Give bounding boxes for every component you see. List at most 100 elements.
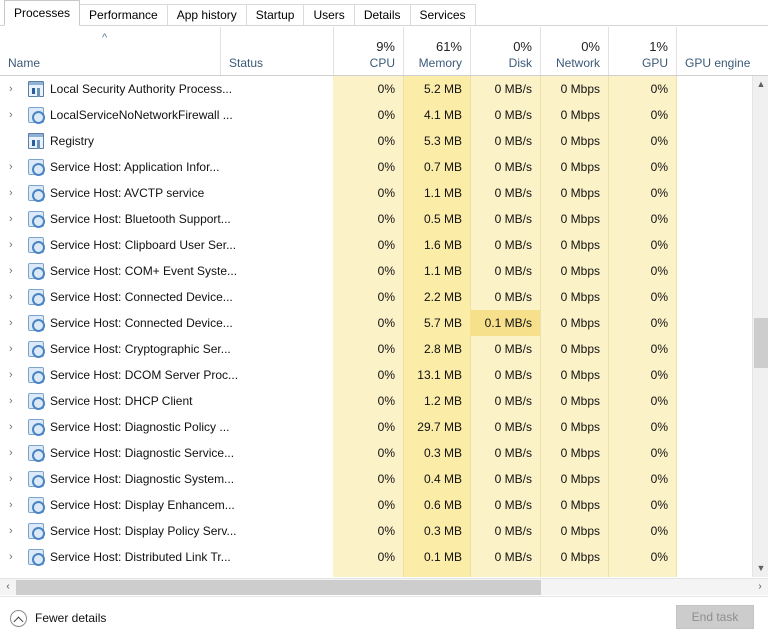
cell-network: 0 Mbps: [560, 82, 600, 96]
table-row[interactable]: › Service Host: Cryptographic Ser... 0% 2.8…: [0, 336, 752, 362]
cell-gpu: 0%: [650, 238, 668, 252]
chevron-right-icon[interactable]: ›: [9, 343, 19, 355]
chevron-right-icon[interactable]: ›: [9, 447, 19, 459]
gear-icon: [28, 341, 45, 358]
cell-gpu: 0%: [650, 472, 668, 486]
cell-network: 0 Mbps: [560, 368, 600, 382]
chevron-right-icon[interactable]: ›: [9, 161, 19, 173]
horizontal-scrollbar[interactable]: ‹ ›: [0, 578, 768, 595]
table-row[interactable]: Registry 0% 5.3 MB 0 MB/s 0 Mbps 0%: [0, 128, 752, 154]
table-row[interactable]: › Service Host: Connected Device... 0% 5.7 …: [0, 310, 752, 336]
cell-disk: 0 MB/s: [494, 524, 532, 538]
fewer-details-button[interactable]: Fewer details: [10, 606, 106, 630]
tab-performance[interactable]: Performance: [79, 4, 168, 26]
cell-network: 0 Mbps: [560, 498, 600, 512]
cell-network: 0 Mbps: [560, 290, 600, 304]
cell-memory: 0.6 MB: [423, 498, 462, 512]
column-header-gpu-percent: 1%: [649, 39, 668, 54]
column-header-status-label: Status: [229, 56, 264, 70]
scroll-right-arrow-icon[interactable]: ›: [752, 579, 768, 595]
end-task-button[interactable]: End task: [676, 605, 754, 629]
gear-icon: [28, 549, 45, 566]
chevron-right-icon[interactable]: ›: [9, 499, 19, 511]
tab-services[interactable]: Services: [409, 4, 476, 26]
tab-bar: Processes Performance App history Startup Us…: [0, 0, 768, 26]
chevron-right-icon[interactable]: ›: [9, 421, 19, 433]
scroll-up-arrow-icon[interactable]: ▲: [753, 76, 768, 93]
table-row[interactable]: › Service Host: Bluetooth Support... 0% 0.5…: [0, 206, 752, 232]
chevron-right-icon[interactable]: ›: [9, 395, 19, 407]
column-header-name-label: Name: [8, 56, 41, 70]
cell-cpu: 0%: [377, 134, 395, 148]
table-row[interactable]: › Service Host: Clipboard User Ser... 0% 1.…: [0, 232, 752, 258]
table-row[interactable]: › Service Host: DCOM Server Proc... 0% 13.1…: [0, 362, 752, 388]
chevron-right-icon[interactable]: ›: [9, 551, 19, 563]
table-row[interactable]: › Service Host: Display Policy Serv... 0% 0…: [0, 518, 752, 544]
chevron-right-icon[interactable]: ›: [9, 369, 19, 381]
tab-startup[interactable]: Startup: [245, 4, 305, 26]
process-name: LocalServiceNoNetworkFirewall ...: [50, 108, 233, 122]
cell-memory: 0.3 MB: [423, 524, 462, 538]
tab-app-history[interactable]: App history: [166, 4, 247, 26]
cell-cpu: 0%: [377, 238, 395, 252]
table-row[interactable]: › Service Host: Display Enhancem... 0% 0.6 …: [0, 492, 752, 518]
column-header-gpu[interactable]: 1% GPU: [608, 27, 676, 75]
table-row[interactable]: › Service Host: Diagnostic Policy ... 0% 29…: [0, 414, 752, 440]
column-header-status[interactable]: Status: [220, 27, 333, 75]
cell-gpu: 0%: [650, 290, 668, 304]
chevron-right-icon[interactable]: ›: [9, 473, 19, 485]
table-row[interactable]: › Service Host: Application Infor... 0% 0.7…: [0, 154, 752, 180]
column-header-cpu[interactable]: 9% CPU: [333, 27, 403, 75]
process-name: Local Security Authority Process...: [50, 82, 233, 96]
chevron-right-icon[interactable]: ›: [9, 109, 19, 121]
table-row[interactable]: › Service Host: AVCTP service 0% 1.1 MB 0 MB…: [0, 180, 752, 206]
column-header-gpueng[interactable]: GPU engine: [676, 27, 768, 75]
vertical-scrollbar[interactable]: ▲ ▼: [752, 76, 768, 577]
tab-details[interactable]: Details: [353, 4, 411, 26]
table-row[interactable]: › Service Host: Diagnostic Service... 0% 0.…: [0, 440, 752, 466]
process-name: Service Host: Diagnostic Service...: [50, 446, 235, 460]
cell-disk: 0 MB/s: [494, 160, 532, 174]
cell-network: 0 Mbps: [560, 550, 600, 564]
cell-memory: 0.5 MB: [423, 212, 462, 226]
cell-cpu: 0%: [377, 186, 395, 200]
chevron-right-icon[interactable]: ›: [9, 525, 19, 537]
column-header-disk[interactable]: 0% Disk: [470, 27, 540, 75]
vertical-scrollbar-thumb[interactable]: [754, 318, 768, 368]
table-row[interactable]: › LocalServiceNoNetworkFirewall ... 0% 4.1 …: [0, 102, 752, 128]
table-row[interactable]: › Service Host: DHCP Client 0% 1.2 MB 0 MB/s…: [0, 388, 752, 414]
chevron-right-icon[interactable]: ›: [9, 213, 19, 225]
cell-cpu: 0%: [377, 82, 395, 96]
table-row[interactable]: › Local Security Authority Process... 0% 5.…: [0, 76, 752, 102]
chevron-right-icon[interactable]: ›: [9, 265, 19, 277]
horizontal-scrollbar-thumb[interactable]: [16, 580, 541, 595]
column-header-name[interactable]: Name: [0, 27, 220, 75]
chevron-right-icon[interactable]: ›: [9, 83, 19, 95]
scroll-left-arrow-icon[interactable]: ‹: [0, 579, 16, 595]
chevron-right-icon[interactable]: ›: [9, 317, 19, 329]
column-header-memory[interactable]: 61% Memory: [403, 27, 470, 75]
process-name: Service Host: Display Policy Serv...: [50, 524, 237, 538]
tab-processes[interactable]: Processes: [4, 0, 81, 26]
cell-cpu: 0%: [377, 342, 395, 356]
column-header-gpu-label: GPU: [641, 56, 668, 70]
cell-memory: 1.1 MB: [423, 264, 462, 278]
chevron-right-icon[interactable]: ›: [9, 291, 19, 303]
table-row[interactable]: › Service Host: Diagnostic System... 0% 0.4…: [0, 466, 752, 492]
gear-icon: [28, 497, 45, 514]
cell-network: 0 Mbps: [560, 420, 600, 434]
process-name: Registry: [50, 134, 95, 148]
cell-disk: 0 MB/s: [494, 550, 532, 564]
cell-gpu: 0%: [650, 342, 668, 356]
table-row[interactable]: › Service Host: COM+ Event Syste... 0% 1.1 …: [0, 258, 752, 284]
scroll-down-arrow-icon[interactable]: ▼: [753, 560, 768, 577]
table-row[interactable]: › Service Host: Distributed Link Tr... 0% 0…: [0, 544, 752, 570]
cell-cpu: 0%: [377, 420, 395, 434]
chevron-right-icon[interactable]: ›: [9, 187, 19, 199]
cell-network: 0 Mbps: [560, 446, 600, 460]
table-row[interactable]: › Service Host: Connected Device... 0% 2.2 …: [0, 284, 752, 310]
window-icon: [28, 81, 44, 97]
tab-users[interactable]: Users: [303, 4, 355, 26]
column-header-network[interactable]: 0% Network: [540, 27, 608, 75]
chevron-right-icon[interactable]: ›: [9, 239, 19, 251]
